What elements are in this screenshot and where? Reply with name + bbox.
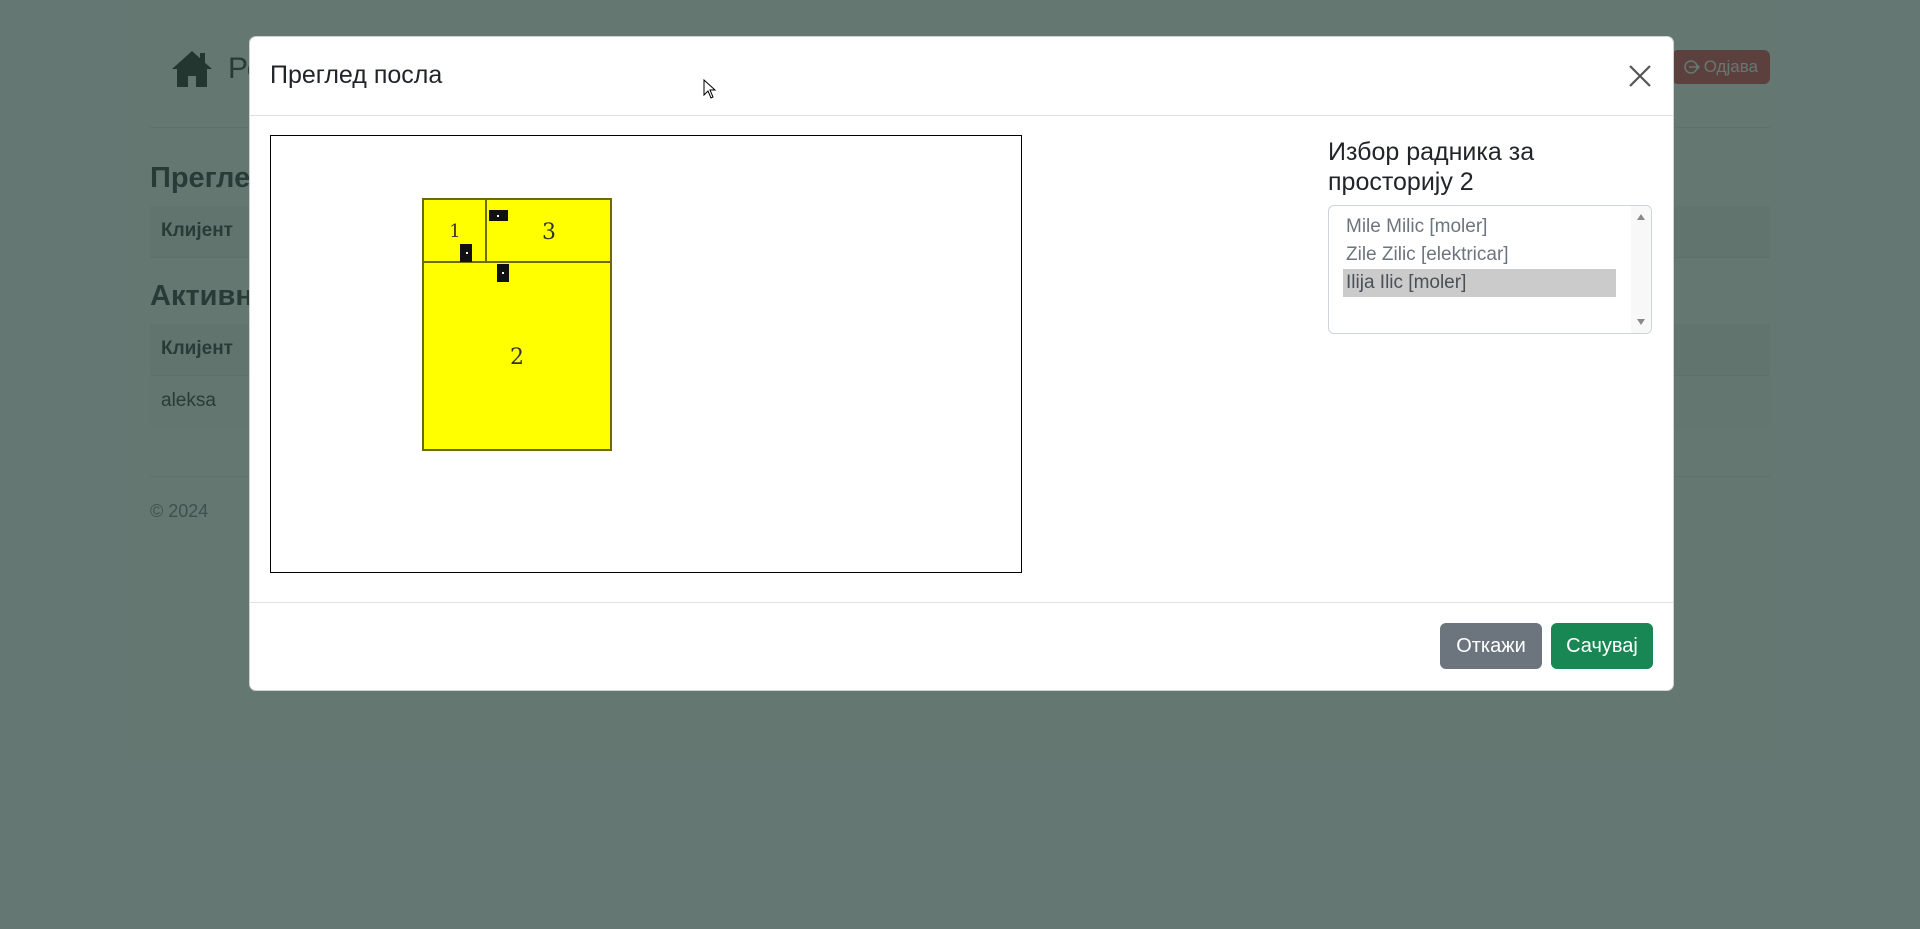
worker-option[interactable]: Mile Milic [moler] (1343, 213, 1616, 241)
save-button[interactable]: Сачувај (1551, 623, 1653, 669)
modal-header: Преглед посла (250, 37, 1673, 116)
floor-plan: 1 3 2 (422, 198, 612, 451)
worker-picker-title: Избор радника за просторију 2 (1328, 138, 1535, 196)
job-preview-modal: Преглед посла 1 3 2 Избор радника за про… (249, 36, 1674, 691)
close-icon[interactable] (1627, 63, 1653, 89)
floor-plan-canvas[interactable]: 1 3 2 (270, 135, 1022, 573)
room-label-3: 3 (542, 220, 556, 245)
cancel-button[interactable]: Откажи (1440, 623, 1542, 669)
door-icon (489, 210, 508, 221)
door-icon (460, 244, 472, 262)
scrollbar[interactable] (1631, 206, 1651, 333)
mouse-cursor-icon (703, 79, 717, 99)
worker-option-selected[interactable]: Ilija Ilic [moler] (1343, 269, 1616, 297)
worker-option[interactable]: Zile Zilic [elektricar] (1343, 241, 1616, 269)
room-label-2: 2 (510, 345, 524, 370)
worker-select-list[interactable]: Mile Milic [moler] Zile Zilic [elektrica… (1328, 205, 1652, 334)
scroll-up-icon[interactable] (1637, 214, 1645, 220)
room-label-1: 1 (449, 221, 460, 242)
modal-footer: Откажи Сачувај (250, 602, 1673, 690)
door-icon (497, 264, 509, 282)
modal-title: Преглед посла (270, 61, 443, 89)
scroll-down-icon[interactable] (1637, 319, 1645, 325)
